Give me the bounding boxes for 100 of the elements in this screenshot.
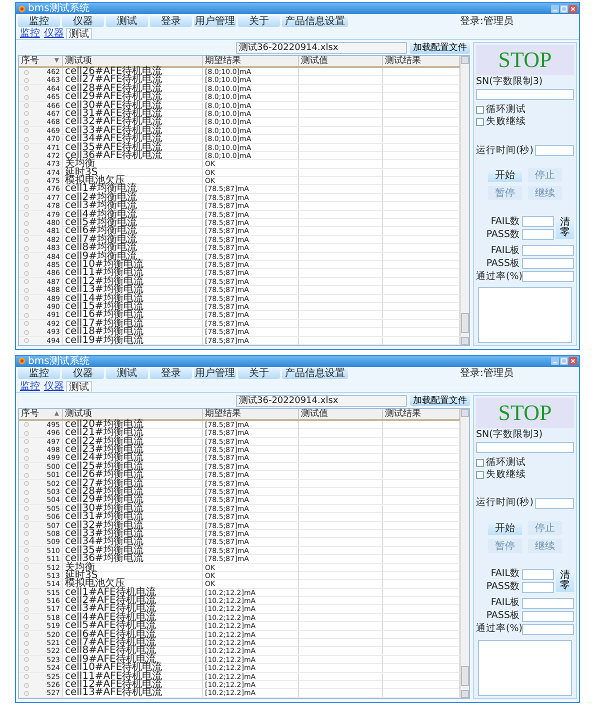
- menu-button[interactable]: 仪器: [62, 368, 104, 380]
- stat-label: PASS板: [485, 258, 520, 268]
- menu-button[interactable]: 产品信息设置: [282, 368, 348, 380]
- stat-label: 通过率(%): [476, 272, 520, 282]
- log-text-area[interactable]: [478, 640, 572, 696]
- tab[interactable]: 测试: [66, 28, 92, 39]
- close-icon[interactable]: [569, 4, 577, 12]
- table-cell: cell7#均衡电流: [65, 236, 137, 244]
- file-path-field[interactable]: 测试36-20220914.xlsx: [236, 42, 407, 54]
- minimize-icon[interactable]: [551, 4, 559, 12]
- column-header[interactable]: 测试值: [301, 56, 328, 66]
- stat-label: FAIL板: [490, 598, 520, 608]
- runtime-field[interactable]: [535, 145, 574, 156]
- checkbox-label[interactable]: 失败继续: [486, 470, 526, 480]
- menu-button[interactable]: 监控: [18, 368, 60, 380]
- table-cell: cell32#AFE待机电流: [65, 118, 162, 126]
- counter-label: PASS数: [485, 582, 520, 592]
- table-cell: cell27#均衡电流: [65, 480, 144, 488]
- stat-field[interactable]: [522, 258, 574, 269]
- counter-field[interactable]: [522, 582, 554, 593]
- scrollbar[interactable]: [460, 56, 469, 345]
- sn-input-field[interactable]: [476, 442, 574, 453]
- stat-field[interactable]: [522, 245, 574, 256]
- table-cell: cell14#均衡电流: [65, 294, 144, 303]
- table-cell: cell8#AFE待机电流: [65, 647, 156, 656]
- user-status: 登录:管理员: [460, 368, 514, 380]
- table-cell: cell34#AFE待机电流: [65, 135, 162, 144]
- checkbox-label[interactable]: 循环测试: [486, 105, 526, 115]
- checkbox[interactable]: [476, 470, 484, 479]
- runtime-label: 运行时间(秒): [476, 146, 534, 156]
- menu-button[interactable]: 测试: [106, 368, 148, 380]
- column-header[interactable]: 序号: [21, 56, 39, 66]
- column-header[interactable]: 测试项: [65, 56, 92, 66]
- file-path-field[interactable]: 测试36-20220914.xlsx: [236, 394, 407, 407]
- stat-label: FAIL板: [490, 246, 520, 256]
- table-cell: cell8#均衡电流: [65, 244, 137, 252]
- action-button[interactable]: 开始: [488, 520, 522, 535]
- stat-field[interactable]: [522, 598, 574, 609]
- tab[interactable]: 测试: [66, 380, 92, 392]
- stat-field[interactable]: [522, 624, 574, 635]
- maximize-icon[interactable]: [560, 4, 568, 12]
- tab[interactable]: 监控: [18, 380, 42, 392]
- table-cell: cell29#AFE待机电流: [65, 93, 162, 102]
- table-cell: cell3#均衡电流: [65, 202, 137, 210]
- table-cell: cell10#均衡电流: [65, 260, 144, 269]
- counter-field[interactable]: [522, 216, 554, 227]
- table-cell: cell26#AFE待机电流: [65, 68, 162, 76]
- table-cell: 模拟电池欠压: [65, 177, 125, 186]
- column-header[interactable]: 测试结果: [385, 56, 421, 66]
- menu-button[interactable]: 产品信息设置: [282, 16, 348, 26]
- clear-button[interactable]: 清零: [556, 570, 574, 592]
- checkbox[interactable]: [476, 106, 484, 114]
- close-icon[interactable]: [569, 357, 577, 366]
- column-header[interactable]: 测试项: [65, 408, 92, 419]
- column-header[interactable]: 序号: [21, 408, 39, 419]
- column-header[interactable]: 测试值: [301, 408, 328, 419]
- column-header[interactable]: 期望结果: [205, 408, 241, 419]
- sn-input-field[interactable]: [476, 89, 574, 100]
- load-config-button[interactable]: 加载配置文件: [410, 42, 470, 54]
- checkbox-label[interactable]: 循环测试: [486, 458, 526, 468]
- log-text-area[interactable]: [478, 287, 572, 343]
- table-cell: 延时3S: [65, 572, 98, 580]
- load-config-button[interactable]: 加载配置文件: [410, 395, 470, 406]
- menu-button[interactable]: 关于: [238, 368, 280, 380]
- table-cell: cell20#均衡电流: [65, 420, 144, 429]
- table-cell: cell21#均衡电流: [65, 429, 144, 438]
- table-cell: cell13#均衡电流: [65, 286, 144, 294]
- menu-button[interactable]: 登录: [150, 16, 192, 26]
- menu-button[interactable]: 用户管理: [194, 16, 236, 26]
- app-icon: [18, 4, 26, 12]
- action-button[interactable]: 开始: [488, 168, 522, 182]
- clear-button[interactable]: 清零: [556, 217, 574, 239]
- scrollbar[interactable]: [460, 408, 469, 698]
- app-icon: [18, 357, 26, 366]
- menu-button[interactable]: 仪器: [62, 16, 104, 26]
- column-header[interactable]: 期望结果: [205, 56, 241, 66]
- counter-field[interactable]: [522, 568, 554, 580]
- table-cell: cell3#AFE待机电流: [65, 605, 156, 614]
- column-header[interactable]: 测试结果: [385, 408, 421, 419]
- table-cell: cell34#均衡电流: [65, 538, 144, 546]
- tab[interactable]: 仪器: [42, 28, 66, 39]
- table-cell: cell30#AFE待机电流: [65, 102, 162, 110]
- counter-label: PASS数: [485, 230, 520, 240]
- tab[interactable]: 仪器: [42, 380, 66, 392]
- checkbox[interactable]: [476, 458, 484, 467]
- minimize-icon[interactable]: [551, 357, 559, 366]
- runtime-field[interactable]: [535, 498, 574, 509]
- menu-button[interactable]: 用户管理: [194, 368, 236, 380]
- menu-button[interactable]: 关于: [238, 16, 280, 26]
- stat-field[interactable]: [522, 271, 574, 282]
- checkbox-label[interactable]: 失败继续: [486, 117, 526, 127]
- counter-field[interactable]: [522, 229, 554, 240]
- menu-button[interactable]: 监控: [18, 16, 60, 26]
- menu-button[interactable]: 测试: [106, 16, 148, 26]
- table-cell: cell17#均衡电流: [65, 320, 144, 328]
- menu-button[interactable]: 登录: [150, 368, 192, 380]
- maximize-icon[interactable]: [560, 357, 568, 366]
- tab[interactable]: 监控: [18, 28, 42, 39]
- checkbox[interactable]: [476, 118, 484, 126]
- stat-field[interactable]: [522, 610, 574, 622]
